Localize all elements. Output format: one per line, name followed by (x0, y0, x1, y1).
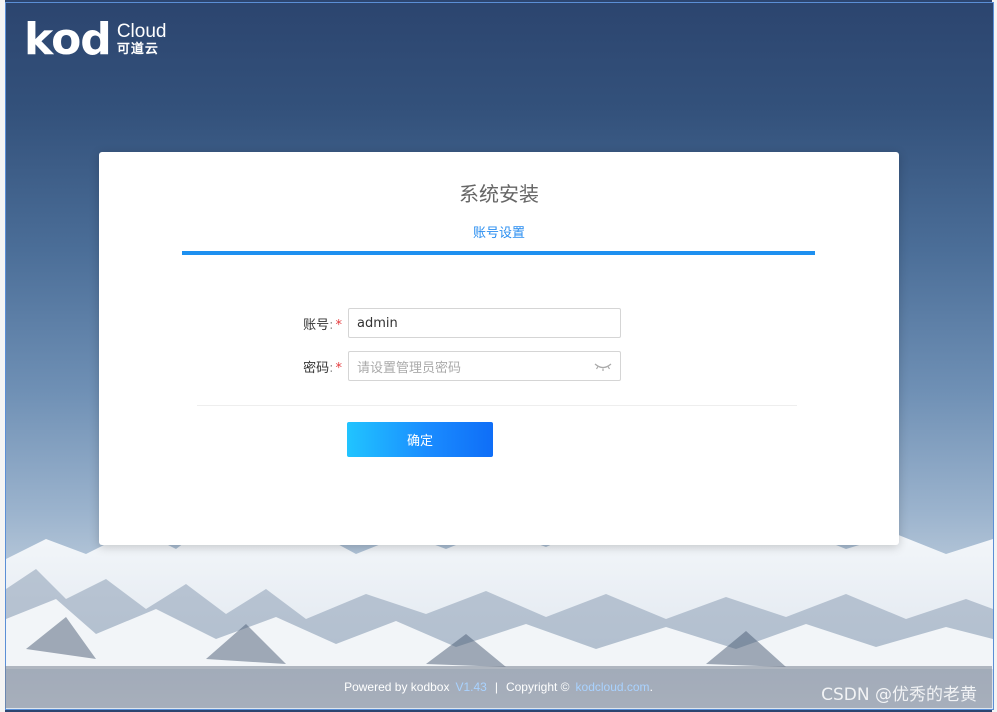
password-label: 密码 (303, 360, 330, 376)
footer-powered-by: Powered by kodbox (344, 680, 450, 694)
logo-right-group: Cloud 可道云 (117, 22, 167, 58)
form-divider (197, 405, 797, 406)
page-title: 系统安装 (459, 182, 539, 206)
footer-copyright: Copyright © (505, 680, 570, 694)
confirm-button[interactable]: 确定 (347, 422, 493, 457)
password-required-mark: * (335, 360, 343, 376)
password-colon: : (329, 360, 334, 376)
account-required-mark: * (335, 317, 343, 333)
logo-cloud-text: Cloud (116, 21, 167, 42)
csdn-watermark: CSDN @优秀的老黄 (821, 685, 977, 705)
account-row: 账号: * admin (279, 308, 621, 338)
password-placeholder: 请设置管理员密码 (357, 360, 462, 376)
eye-closed-icon[interactable] (594, 360, 612, 372)
account-colon: : (329, 317, 334, 333)
install-card: 系统安装 账号设置 账号: * admin 密码: * 请设置管理员密码 确定 (99, 152, 899, 545)
footer-separator: | (494, 680, 498, 694)
kodcloud-logo: kod Cloud 可道云 (24, 18, 166, 62)
step-label: 账号设置 (472, 226, 525, 241)
footer-period: . (649, 680, 653, 694)
password-row: 密码: * 请设置管理员密码 (279, 351, 621, 381)
footer-site-link[interactable]: kodcloud.com (576, 680, 650, 694)
password-label-wrap: 密码: * (279, 357, 348, 376)
progress-bar (182, 251, 815, 255)
password-input[interactable]: 请设置管理员密码 (348, 351, 621, 381)
account-input-value: admin (357, 315, 398, 331)
install-page: kod Cloud 可道云 系统安装 账号设置 账号: * admin 密码: * … (0, 0, 997, 712)
logo-kod-text: kod (24, 14, 112, 65)
account-label: 账号 (303, 317, 330, 333)
footer-version-link[interactable]: V1.43 (455, 680, 486, 694)
account-input[interactable]: admin (348, 308, 621, 338)
account-label-wrap: 账号: * (279, 314, 348, 333)
logo-chinese-text: 可道云 (116, 42, 159, 57)
